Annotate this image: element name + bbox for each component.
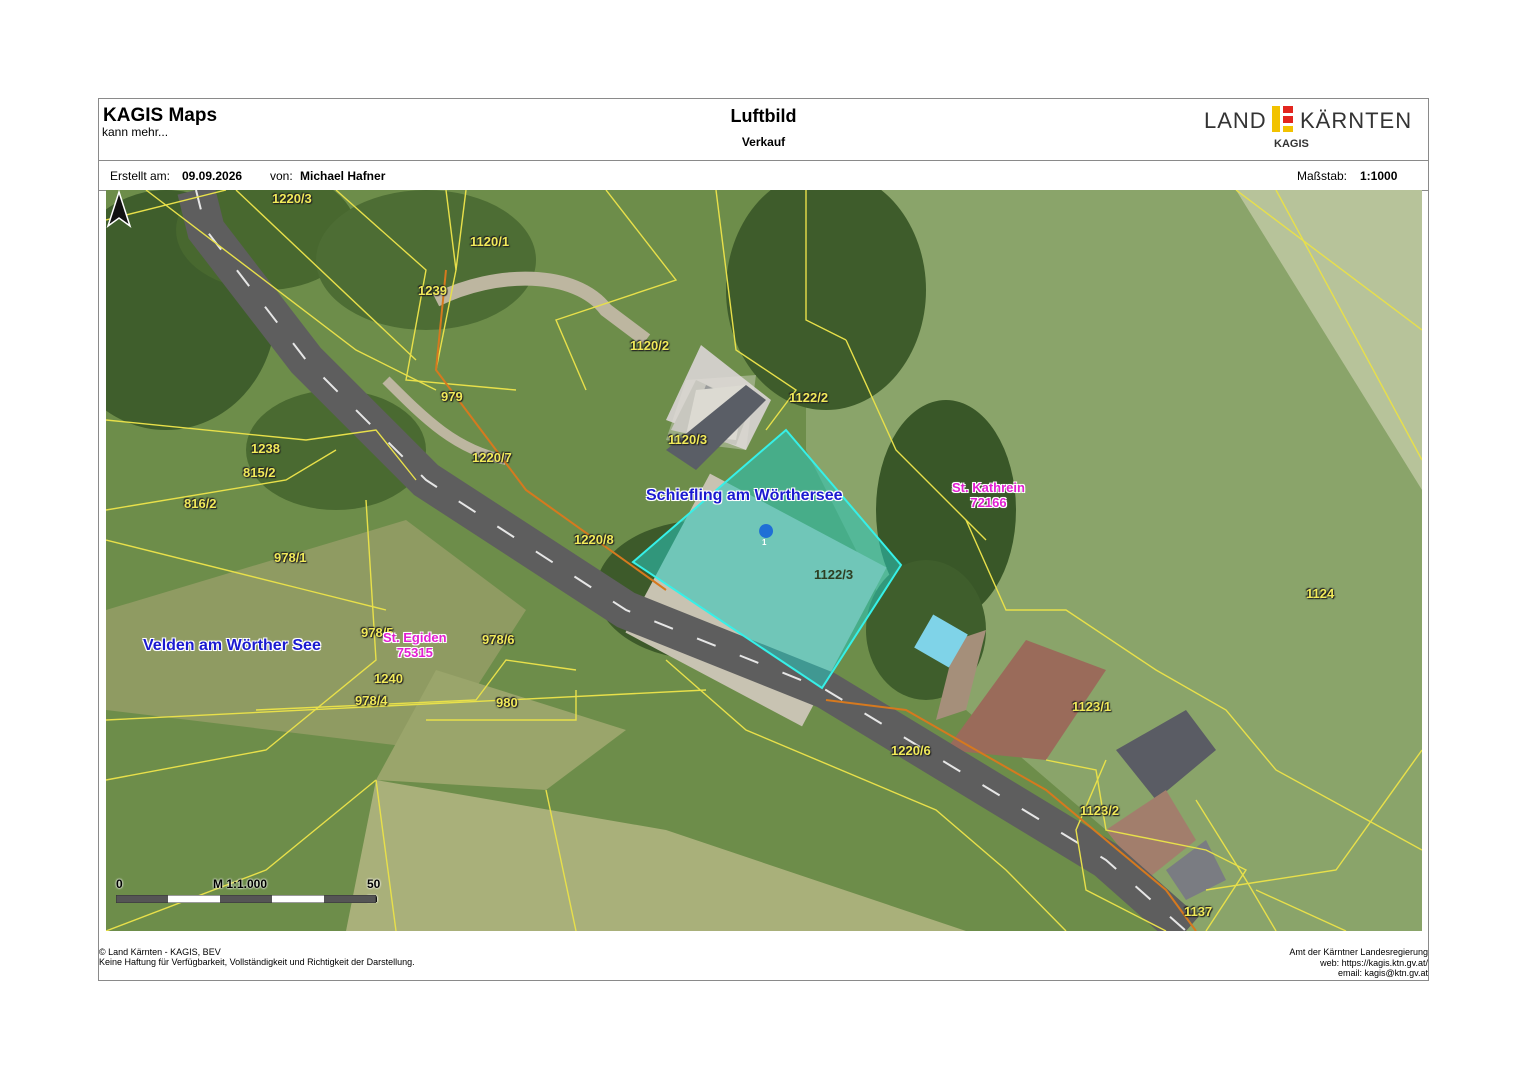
scale-bar-graphic (116, 895, 376, 903)
logo-subtitle: KAGIS (1274, 138, 1309, 150)
scale-value: 1:1000 (1360, 169, 1398, 183)
parcel-label: 979 (441, 389, 463, 404)
land-kaernten-logo: LAND KÄRNTEN KAGIS (1204, 106, 1414, 154)
parcel-label: 815/2 (243, 465, 276, 480)
parcel-label: 1122/3 (814, 567, 854, 582)
parcel-label: 1238 (251, 441, 280, 456)
meta-bar: Erstellt am: 09.09.2026 von: Michael Haf… (99, 160, 1428, 191)
footer-right: Amt der Kärntner Landesregierung web: ht… (1289, 947, 1428, 979)
footer-office: Amt der Kärntner Landesregierung (1289, 947, 1428, 957)
footer-disclaimer: Keine Haftung für Verfügbarkeit, Vollstä… (99, 957, 415, 967)
footer-copyright: © Land Kärnten - KAGIS, BEV (99, 947, 221, 957)
parcel-label: 978/1 (274, 550, 307, 565)
scale-bar: 0 M 1:1.000 50 m (114, 877, 380, 917)
parcel-label: 1220/6 (891, 743, 931, 758)
aerial-map[interactable]: 1220/3 1120/1 1239 1120/2 979 1122/2 112… (106, 190, 1422, 931)
parcel-label: 1137 (1184, 904, 1213, 919)
parcel-label: 1120/1 (470, 234, 510, 249)
parcel-label: 1239 (418, 283, 447, 298)
parcel-label: 1220/7 (472, 450, 512, 465)
footer-web-link[interactable]: web: https://kagis.ktn.gv.at/ (1289, 958, 1428, 969)
cadastral-label-st-kathrein: St. Kathrein 72166 (952, 480, 1025, 510)
parcel-label: 1240 (374, 671, 403, 686)
scale-ratio: M 1:1.000 (213, 877, 268, 891)
cadastral-label-st-egiden: St. Egiden 75315 (383, 630, 447, 660)
author-value: Michael Hafner (300, 169, 386, 183)
place-label-velden: Velden am Wörther See (143, 637, 321, 654)
parcel-label: 1220/8 (574, 532, 614, 547)
header: KAGIS Maps kann mehr... Luftbild Verkauf… (99, 99, 1428, 161)
created-value: 09.09.2026 (182, 169, 243, 183)
logo-word-left: LAND (1204, 108, 1267, 133)
parcel-label: 1220/3 (272, 191, 312, 206)
parcel-label: 1122/2 (789, 390, 829, 405)
parcel-label: 1120/3 (668, 432, 708, 447)
footer-email-link[interactable]: email: kagis@ktn.gv.at (1289, 968, 1428, 979)
logo-mark-icon (1272, 106, 1293, 132)
parcel-label: 1123/2 (1080, 803, 1120, 818)
scale-label: Maßstab: (1297, 169, 1348, 183)
parcel-label: 1123/1 (1072, 699, 1112, 714)
parcel-label: 816/2 (184, 496, 217, 511)
created-label: Erstellt am: (110, 169, 171, 183)
parcel-label: 1120/2 (630, 338, 670, 353)
logo-word-right: KÄRNTEN (1300, 108, 1413, 133)
author-label: von: (270, 169, 293, 183)
scale-start: 0 (116, 877, 123, 891)
parcel-label: 978/4 (355, 693, 388, 708)
location-marker-icon[interactable]: 1 (762, 538, 766, 547)
parcel-label: 1124 (1306, 586, 1335, 601)
north-arrow-icon (106, 190, 132, 228)
place-label-schiefling: Schiefling am Wörthersee (646, 487, 843, 504)
parcel-label: 980 (496, 695, 518, 710)
parcel-label: 978/6 (482, 632, 515, 647)
footer-left: © Land Kärnten - KAGIS, BEV Keine Haftun… (99, 947, 415, 967)
